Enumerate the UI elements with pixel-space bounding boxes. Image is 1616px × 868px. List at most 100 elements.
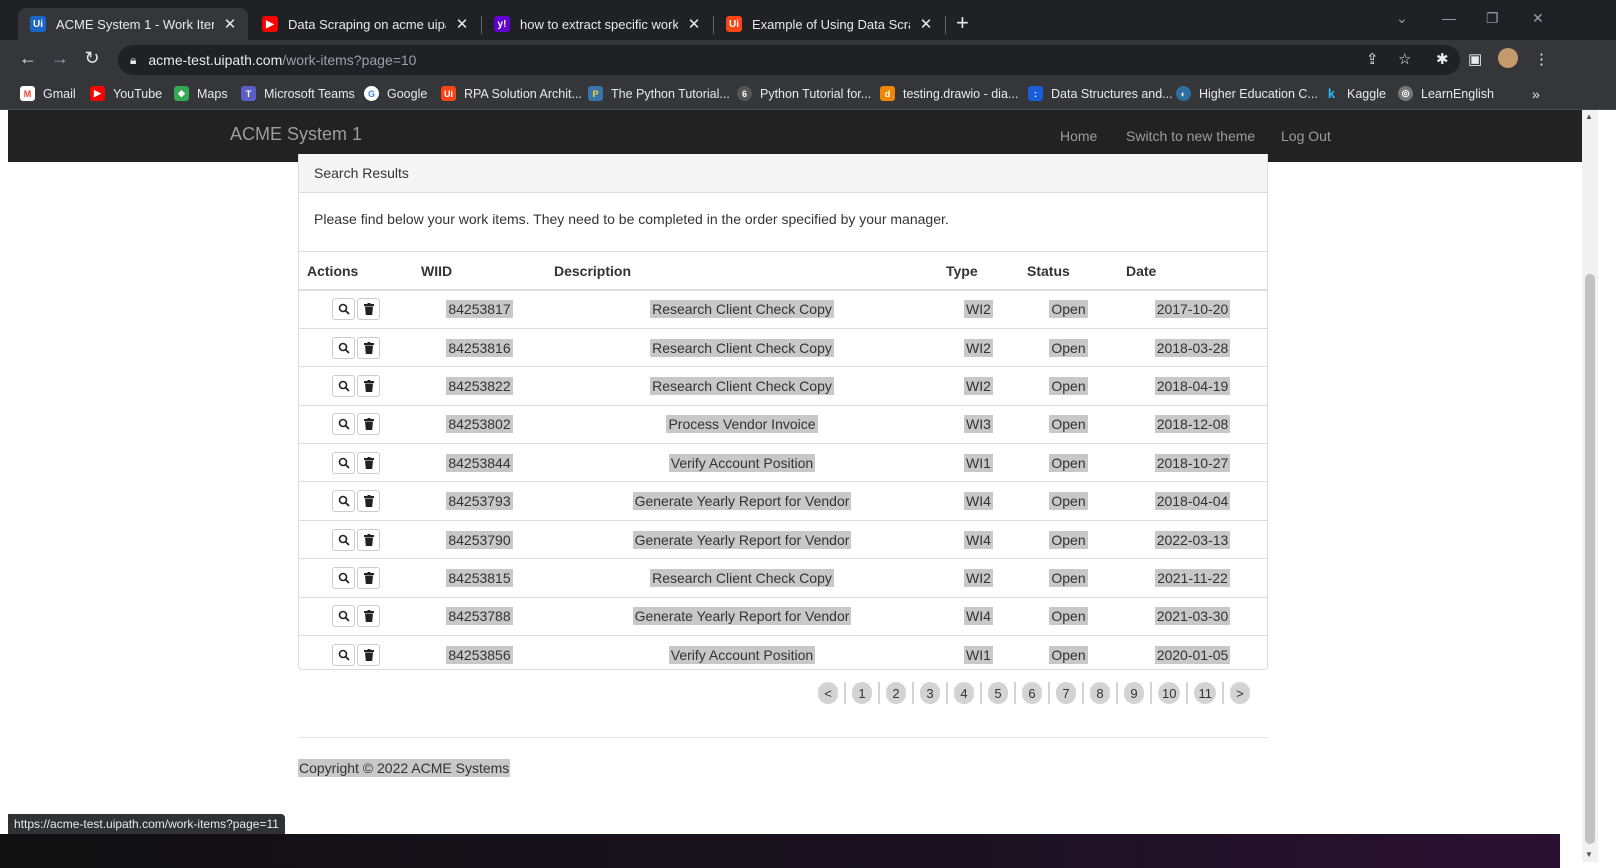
page-link-6[interactable]: 6: [1022, 682, 1042, 704]
tab-data-scraping-example[interactable]: Ui Example of Using Data Scraping ✕: [714, 8, 944, 40]
tab-search-icon[interactable]: ⌄: [1396, 10, 1408, 27]
nav-switch-theme[interactable]: Switch to new theme: [1126, 128, 1255, 144]
bookmark-kaggle[interactable]: k Kaggle: [1324, 86, 1386, 101]
status-cell: Open: [1049, 376, 1088, 395]
trash-icon[interactable]: [357, 566, 380, 589]
search-icon[interactable]: [332, 413, 355, 436]
bookmark-youtube[interactable]: ▶ YouTube: [90, 86, 162, 101]
trash-icon[interactable]: [357, 605, 380, 628]
page-divider: [1082, 682, 1084, 704]
nav-home[interactable]: Home: [1060, 128, 1097, 144]
minimize-icon[interactable]: —: [1442, 10, 1456, 26]
close-icon[interactable]: ✕: [686, 15, 702, 33]
app-brand[interactable]: ACME System 1: [230, 124, 362, 145]
restore-icon[interactable]: ❐: [1486, 10, 1499, 27]
star-icon[interactable]: ☆: [1398, 50, 1411, 68]
page-divider: [878, 682, 880, 704]
scroll-down-icon[interactable]: ▼: [1585, 850, 1593, 859]
bookmark-label: Microsoft Teams: [264, 86, 355, 101]
page-prev[interactable]: <: [818, 682, 838, 704]
trash-icon[interactable]: [357, 413, 380, 436]
bookmark-google[interactable]: G Google: [364, 86, 427, 101]
bookmark-maps[interactable]: ◆ Maps: [174, 86, 228, 101]
page-divider: [912, 682, 914, 704]
search-icon[interactable]: [332, 451, 355, 474]
gmail-icon: M: [20, 86, 35, 101]
browser-window: Ui ACME System 1 - Work Items ✕ ▶ Data S…: [0, 0, 1616, 868]
page-link-1[interactable]: 1: [852, 682, 872, 704]
date-cell: 2021-03-30: [1154, 607, 1231, 626]
wiid-cell: 84253788: [446, 607, 513, 626]
search-icon[interactable]: [332, 605, 355, 628]
trash-icon[interactable]: [357, 490, 380, 513]
page-link-7[interactable]: 7: [1056, 682, 1076, 704]
bookmark-learnenglish[interactable]: ◎ LearnEnglish: [1398, 86, 1494, 101]
page-link-5[interactable]: 5: [988, 682, 1008, 704]
kaggle-icon: k: [1327, 86, 1336, 101]
table-row: 84253793 Generate Yearly Report for Vend…: [299, 481, 1267, 521]
bookmark-data-structures[interactable]: : Data Structures and...: [1028, 86, 1173, 101]
page-scrollbar[interactable]: ▲ ▼: [1582, 110, 1598, 862]
bookmark-teams[interactable]: T Microsoft Teams: [241, 86, 355, 101]
search-icon[interactable]: [332, 336, 355, 359]
data-structures-icon: :: [1028, 86, 1043, 101]
extensions-icon[interactable]: ✱: [1436, 50, 1449, 68]
page-next[interactable]: >: [1229, 682, 1250, 704]
tab-youtube[interactable]: ▶ Data Scraping on acme uipath - Y ✕: [250, 8, 480, 40]
trash-icon[interactable]: [357, 643, 380, 666]
page-divider: [1150, 682, 1152, 704]
bookmark-label: RPA Solution Archit...: [464, 86, 582, 101]
bookmark-rpa[interactable]: Ui RPA Solution Archit...: [441, 86, 582, 101]
close-icon[interactable]: ✕: [454, 15, 470, 33]
tab-title: Example of Using Data Scraping: [752, 16, 910, 32]
bookmark-python-tutorial[interactable]: P The Python Tutorial...: [588, 86, 730, 101]
page-link-9[interactable]: 9: [1124, 682, 1144, 704]
search-icon[interactable]: [332, 643, 355, 666]
back-icon[interactable]: ←: [16, 48, 40, 69]
scroll-up-icon[interactable]: ▲: [1585, 112, 1593, 121]
tab-acme-work-items[interactable]: Ui ACME System 1 - Work Items ✕: [18, 8, 248, 40]
page-link-8[interactable]: 8: [1090, 682, 1110, 704]
tab-yahoo[interactable]: y! how to extract specific work item ✕: [482, 8, 712, 40]
description-cell: Research Client Check Copy: [650, 376, 834, 395]
close-icon[interactable]: ✕: [222, 15, 238, 33]
date-cell: 2018-04-04: [1154, 492, 1231, 511]
bookmark-higher-education[interactable]: ◐ Higher Education C...: [1176, 86, 1318, 101]
page-link-10[interactable]: 10: [1158, 682, 1181, 704]
search-icon[interactable]: [332, 298, 355, 321]
page-link-2[interactable]: 2: [886, 682, 906, 704]
trash-icon[interactable]: [357, 336, 380, 359]
reload-icon[interactable]: ↻: [80, 48, 104, 69]
page-link-3[interactable]: 3: [920, 682, 940, 704]
profile-avatar[interactable]: [1498, 48, 1518, 68]
trash-icon[interactable]: [357, 451, 380, 474]
trash-icon[interactable]: [357, 298, 380, 321]
search-icon[interactable]: [332, 490, 355, 513]
bookmark-gmail[interactable]: M Gmail: [20, 86, 76, 101]
share-icon[interactable]: ⇪: [1366, 50, 1379, 68]
copyright-text: Copyright © 2022 ACME Systems: [298, 759, 511, 777]
new-tab-icon[interactable]: +: [956, 12, 969, 34]
side-panel-icon[interactable]: ▣: [1468, 50, 1482, 68]
forward-icon[interactable]: →: [48, 48, 72, 69]
search-icon[interactable]: [332, 528, 355, 551]
bookmark-python-tutorial-for[interactable]: 6 Python Tutorial for...: [737, 86, 871, 101]
close-icon[interactable]: ✕: [918, 15, 934, 33]
page-link-4[interactable]: 4: [954, 682, 974, 704]
page-divider: [946, 682, 948, 704]
search-icon[interactable]: [332, 566, 355, 589]
education-icon: ◐: [1176, 86, 1191, 101]
nav-log-out[interactable]: Log Out: [1281, 128, 1331, 144]
table-row: 84253815 Research Client Check Copy WI2 …: [299, 558, 1267, 598]
more-bookmarks-icon[interactable]: »: [1532, 86, 1540, 102]
status-cell: Open: [1049, 492, 1088, 511]
bookmark-drawio[interactable]: d testing.drawio - dia...: [880, 86, 1018, 101]
page-link-11[interactable]: 11: [1194, 682, 1216, 704]
trash-icon[interactable]: [357, 528, 380, 551]
menu-icon[interactable]: ⋮: [1534, 50, 1549, 68]
trash-icon[interactable]: [357, 374, 380, 397]
scrollbar-thumb[interactable]: [1585, 274, 1595, 844]
search-icon[interactable]: [332, 374, 355, 397]
address-bar[interactable]: 🔒︎ acme-test.uipath.com /work-items?page…: [118, 45, 1460, 75]
window-close-icon[interactable]: ✕: [1532, 10, 1544, 27]
